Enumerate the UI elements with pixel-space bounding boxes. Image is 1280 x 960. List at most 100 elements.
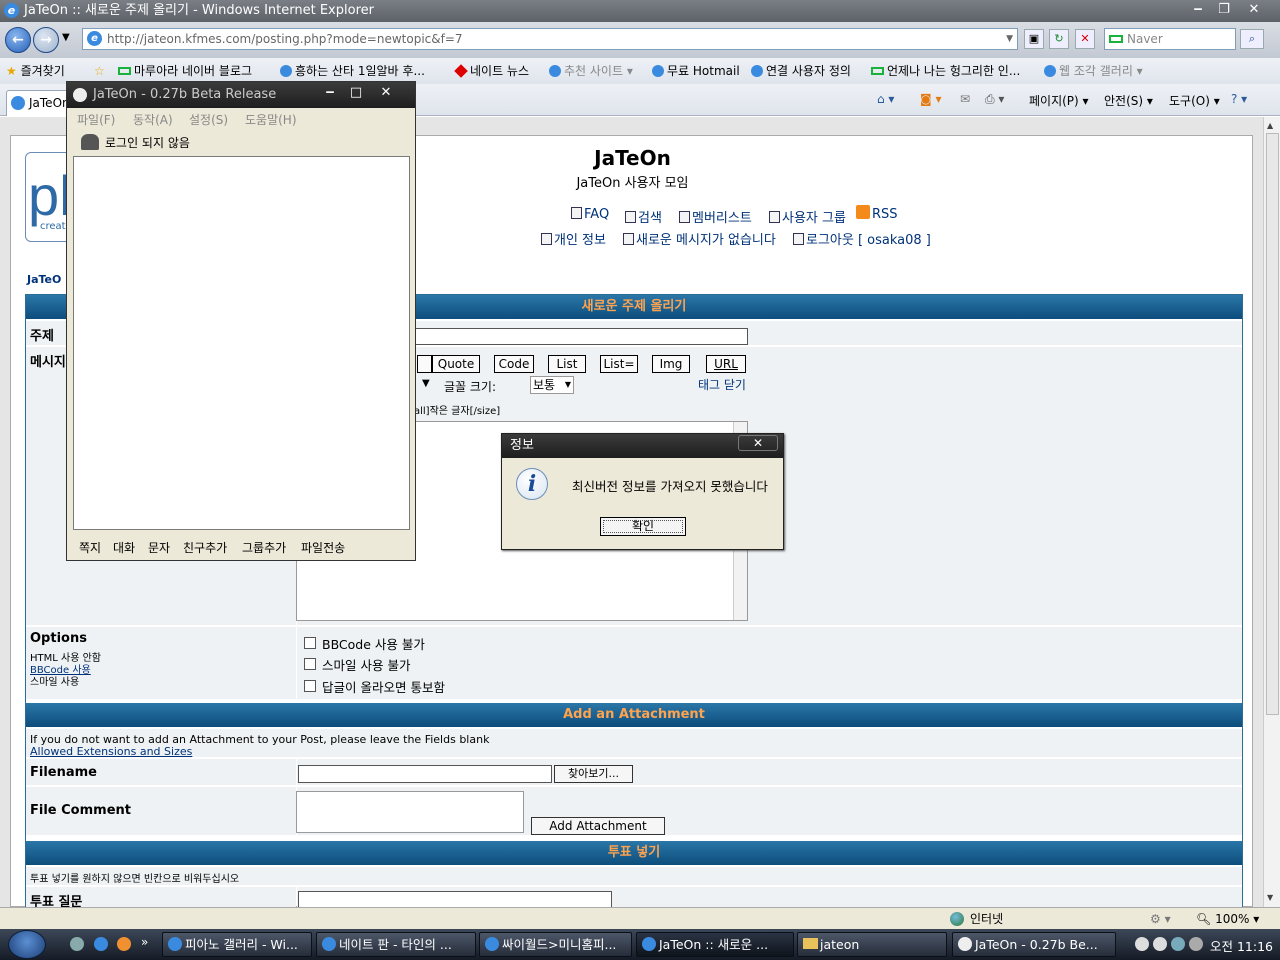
history-dropdown-icon[interactable]: ▼: [62, 32, 70, 43]
task-cyworld[interactable]: 싸이월드>미니홈피...: [479, 932, 632, 957]
minimize-icon[interactable]: ‒: [1184, 0, 1212, 20]
jateon-close-icon[interactable]: ✕: [373, 84, 399, 102]
page-menu[interactable]: 페이지(P) ▾: [1029, 92, 1089, 109]
bbcode-img-button[interactable]: Img: [652, 355, 690, 373]
profile-link[interactable]: 개인 정보: [541, 229, 606, 248]
bbcode-code-button[interactable]: Code: [494, 355, 534, 373]
search-link[interactable]: 검색: [625, 207, 662, 226]
disable-smile-checkbox[interactable]: [304, 658, 316, 670]
quicklaunch-ie-icon[interactable]: [94, 937, 108, 951]
color-dropdown-icon[interactable]: ▼: [422, 378, 430, 389]
close-tags-link[interactable]: 태그 닫기: [698, 376, 746, 393]
fav-item-2[interactable]: 네이트 뉴스: [454, 58, 529, 84]
task-jateon-folder[interactable]: jateon: [797, 932, 947, 957]
back-button[interactable]: ←: [5, 27, 31, 53]
add-attachment-button[interactable]: Add Attachment: [531, 817, 665, 835]
mail-icon[interactable]: ✉: [960, 92, 970, 106]
jateon-maximize-icon[interactable]: □: [343, 84, 369, 102]
tray-jateon-icon[interactable]: [1135, 937, 1149, 951]
bbcode-quote-button[interactable]: Quote: [432, 355, 480, 373]
jateon-menu-action[interactable]: 동작(A): [133, 110, 173, 130]
breadcrumb[interactable]: JaTeO: [27, 273, 61, 286]
jateon-note-button[interactable]: 쪽지: [79, 536, 101, 560]
feeds-icon[interactable]: ◙ ▾: [920, 92, 941, 106]
jateon-sms-button[interactable]: 문자: [148, 536, 170, 560]
quicklaunch-more-icon[interactable]: »: [141, 935, 148, 949]
maximize-icon[interactable]: ❐: [1210, 0, 1238, 20]
attach-note-row: If you do not want to add an Attachment …: [26, 729, 1242, 758]
home-icon[interactable]: ⌂ ▾: [877, 92, 894, 106]
rss-link[interactable]: RSS: [856, 205, 898, 222]
fav-item-7[interactable]: 웹 조각 갤러리 ▾: [1044, 58, 1143, 84]
task-jateon-app[interactable]: JaTeOn - 0.27b Be...: [952, 932, 1116, 957]
file-comment-row: File Comment: [26, 787, 296, 835]
filename-label: Filename: [30, 765, 97, 780]
scroll-thumb[interactable]: [1266, 133, 1279, 715]
dialog-close-icon[interactable]: ✕: [738, 435, 778, 451]
tray-network-icon[interactable]: [1171, 937, 1185, 951]
safety-menu[interactable]: 안전(S) ▾: [1104, 92, 1153, 109]
dialog-ok-button[interactable]: 확인: [600, 517, 686, 536]
jateon-add-group-button[interactable]: 그룹추가: [242, 536, 286, 560]
font-size-select[interactable]: 보통 ▼: [530, 376, 574, 394]
faq-link[interactable]: FAQ: [571, 207, 609, 222]
jateon-menu-help[interactable]: 도움말(H): [245, 110, 297, 130]
zoom-control[interactable]: 🔍︎ 100% ▾: [1196, 908, 1259, 930]
fav-item-3[interactable]: 추천 사이트 ▾: [549, 58, 633, 84]
file-comment-textarea[interactable]: [296, 791, 524, 833]
jateon-menu-settings[interactable]: 설정(S): [189, 110, 228, 130]
tools-menu[interactable]: 도구(O) ▾: [1169, 92, 1220, 109]
browse-button[interactable]: 찾아보기...: [554, 765, 633, 783]
scroll-down-icon[interactable]: ▼: [1267, 893, 1273, 902]
help-icon[interactable]: ? ▾: [1231, 92, 1247, 106]
tray-jateon2-icon[interactable]: [1153, 937, 1167, 951]
favorites-button[interactable]: ★ 즐겨찾기: [6, 58, 65, 84]
tray-volume-icon[interactable]: [1189, 937, 1203, 951]
memberlist-link[interactable]: 멤버리스트: [679, 207, 752, 226]
search-icon[interactable]: ⌕: [1240, 29, 1264, 49]
task-nate[interactable]: 네이트 판 - 타인의 ...: [316, 932, 476, 957]
task-jateon-ie[interactable]: JaTeOn :: 새로운 ...: [636, 932, 794, 957]
jateon-minimize-icon[interactable]: ‒: [317, 84, 343, 102]
bbcode-list-button[interactable]: List: [548, 355, 586, 373]
compat-icon[interactable]: ▣: [1024, 29, 1044, 49]
address-dropdown-icon[interactable]: ▼: [1006, 29, 1013, 49]
jateon-chat-button[interactable]: 대화: [113, 536, 135, 560]
fav-item-4[interactable]: 무료 Hotmail: [652, 58, 740, 84]
disable-bbcode-checkbox[interactable]: [304, 637, 316, 649]
usergroups-link[interactable]: 사용자 그룹: [769, 207, 846, 226]
jateon-menu-file[interactable]: 파일(F): [77, 110, 115, 130]
allowed-ext-link[interactable]: Allowed Extensions and Sizes: [30, 745, 192, 758]
close-icon[interactable]: ✕: [1240, 0, 1268, 20]
protected-mode-icon[interactable]: ⚙ ▾: [1150, 908, 1171, 930]
font-size-label: 글꼴 크기:: [444, 380, 497, 394]
fav-item-6[interactable]: 언제나 나는 헝그리한 인...: [871, 58, 1020, 84]
fav-item-5[interactable]: 연결 사용자 정의: [751, 58, 851, 84]
notify-checkbox[interactable]: [304, 680, 316, 692]
page-scrollbar[interactable]: ▲ ▼: [1263, 117, 1280, 907]
start-button[interactable]: [8, 930, 46, 959]
filename-input[interactable]: [298, 765, 552, 783]
task-piano-gallery[interactable]: 피아노 갤러리 - Wi...: [162, 932, 312, 957]
quicklaunch-desktop-icon[interactable]: [70, 937, 84, 951]
clock[interactable]: 오전 11:16: [1210, 936, 1273, 955]
forward-button[interactable]: →: [33, 27, 59, 53]
poll-question-input[interactable]: [298, 891, 612, 907]
refresh-icon[interactable]: ↻: [1049, 29, 1069, 49]
print-icon[interactable]: ⎙ ▾: [985, 92, 1004, 107]
bbcode-url-button[interactable]: URL: [706, 355, 746, 373]
search-input[interactable]: Naver: [1104, 28, 1236, 50]
logout-link[interactable]: 로그아웃 [ osaka08 ]: [793, 229, 931, 248]
quicklaunch-app-icon[interactable]: [117, 937, 131, 951]
bbcode-button-u[interactable]: [417, 355, 432, 373]
address-bar[interactable]: e http://jateon.kfmes.com/posting.php?mo…: [82, 28, 1018, 50]
jateon-file-transfer-button[interactable]: 파일전송: [301, 536, 345, 560]
scroll-up-icon[interactable]: ▲: [1267, 121, 1273, 130]
stop-icon[interactable]: ✕: [1075, 29, 1095, 49]
messages-link[interactable]: 새로운 메시지가 없습니다: [623, 229, 776, 248]
info-dialog: 정보 ✕ i 최신버전 정보를 가져오지 못했습니다 확인: [501, 433, 784, 550]
jateon-contact-list[interactable]: [73, 156, 410, 530]
dialog-title: 정보: [510, 438, 534, 453]
bbcode-list-eq-button[interactable]: List=: [600, 355, 638, 373]
jateon-add-friend-button[interactable]: 친구추가: [183, 536, 227, 560]
